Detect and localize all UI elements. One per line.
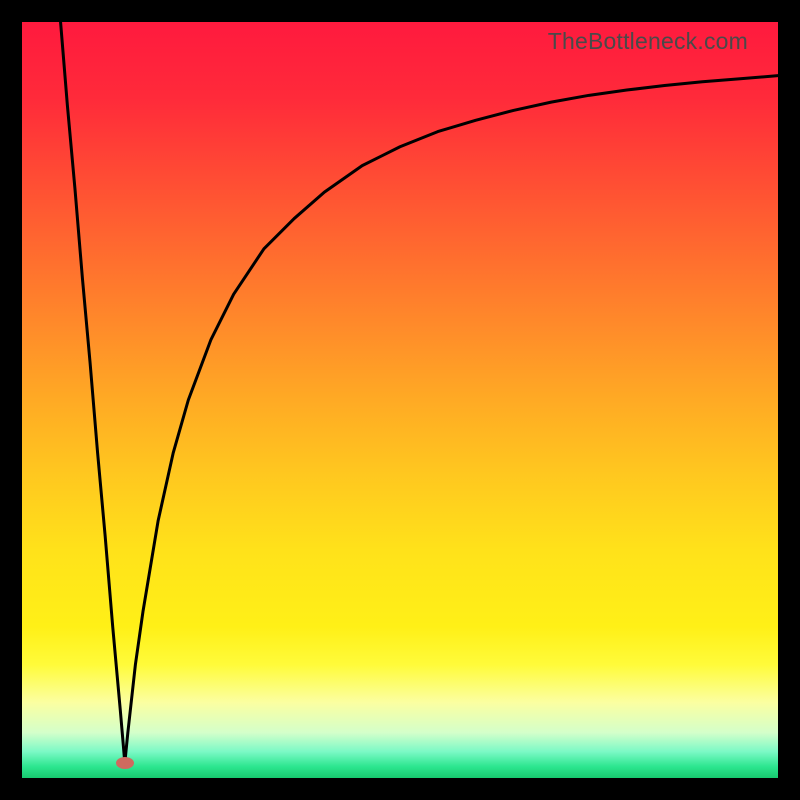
plot-area: TheBottleneck.com	[22, 22, 778, 778]
bottleneck-curve	[22, 22, 778, 778]
chart-frame: TheBottleneck.com	[0, 0, 800, 800]
minimum-marker	[116, 757, 134, 769]
